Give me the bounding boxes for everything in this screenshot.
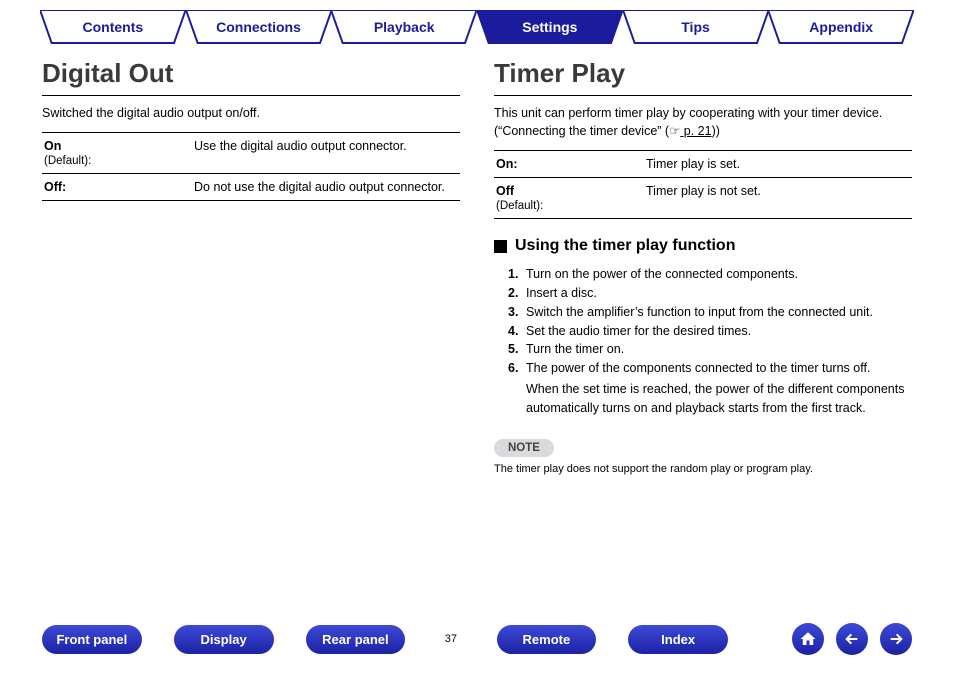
bottom-bar: Front panel Display Rear panel 37 Remote…: [0, 623, 954, 655]
subheading-row: Using the timer play function: [494, 237, 912, 255]
tab-contents[interactable]: Contents: [40, 10, 186, 44]
opt-desc: Do not use the digital audio output conn…: [192, 174, 460, 201]
tab-appendix[interactable]: Appendix: [768, 10, 914, 44]
note-badge: NOTE: [494, 439, 554, 457]
home-icon[interactable]: [792, 623, 824, 655]
list-item: 3.Switch the amplifier’s function to inp…: [508, 303, 912, 322]
heading-timer-play: Timer Play: [494, 58, 912, 96]
opt-default: (Default):: [44, 155, 91, 167]
content-area: Digital Out Switched the digital audio o…: [0, 44, 954, 475]
step-text: Turn on the power of the connected compo…: [526, 265, 798, 284]
remote-button[interactable]: Remote: [497, 625, 597, 654]
opt-desc: Timer play is not set.: [644, 178, 912, 219]
steps-list: 1.Turn on the power of the connected com…: [494, 265, 912, 417]
tab-tips[interactable]: Tips: [623, 10, 769, 44]
tab-label: Contents: [40, 10, 186, 44]
heading-digital-out: Digital Out: [42, 58, 460, 96]
hand-icon: ☞: [669, 124, 680, 138]
list-item: 1.Turn on the power of the connected com…: [508, 265, 912, 284]
intro-ref-a: (“Connecting the timer device” (: [494, 124, 669, 138]
options-table-right: On: Timer play is set. Off (Default): Ti…: [494, 150, 912, 219]
note-text: The timer play does not support the rand…: [494, 463, 912, 475]
list-item: 5.Turn the timer on.: [508, 340, 912, 359]
left-column: Digital Out Switched the digital audio o…: [42, 58, 460, 475]
prev-page-icon[interactable]: [836, 623, 868, 655]
table-row: Off: Do not use the digital audio output…: [42, 174, 460, 201]
tab-connections[interactable]: Connections: [186, 10, 332, 44]
index-button[interactable]: Index: [628, 625, 728, 654]
step-text: Set the audio timer for the desired time…: [526, 322, 751, 341]
intro-text: Switched the digital audio output on/off…: [42, 104, 460, 122]
tab-playback[interactable]: Playback: [331, 10, 477, 44]
opt-key: Off:: [44, 180, 66, 194]
display-button[interactable]: Display: [174, 625, 274, 654]
opt-desc: Timer play is set.: [644, 151, 912, 178]
step-text: Insert a disc.: [526, 284, 597, 303]
opt-key: On:: [496, 157, 518, 171]
front-panel-button[interactable]: Front panel: [42, 625, 142, 654]
tab-label: Appendix: [768, 10, 914, 44]
rear-panel-button[interactable]: Rear panel: [306, 625, 406, 654]
table-row: Off (Default): Timer play is not set.: [494, 178, 912, 219]
tab-label: Settings: [477, 10, 623, 44]
tab-settings[interactable]: Settings: [477, 10, 623, 44]
right-column: Timer Play This unit can perform timer p…: [494, 58, 912, 475]
opt-default: (Default):: [496, 200, 543, 212]
step-extra-text: When the set time is reached, the power …: [508, 380, 912, 418]
opt-key: Off: [496, 184, 514, 198]
list-item: 2.Insert a disc.: [508, 284, 912, 303]
page-number: 37: [437, 633, 464, 645]
subheading-text: Using the timer play function: [515, 237, 735, 255]
table-row: On: Timer play is set.: [494, 151, 912, 178]
top-tabs: Contents Connections Playback Settings T…: [0, 0, 954, 44]
square-bullet-icon: [494, 240, 507, 253]
step-text: Turn the timer on.: [526, 340, 624, 359]
options-table-left: On (Default): Use the digital audio outp…: [42, 132, 460, 201]
tab-label: Connections: [186, 10, 332, 44]
opt-key: On: [44, 139, 61, 153]
page-ref-link[interactable]: p. 21: [680, 124, 711, 138]
list-item: 4.Set the audio timer for the desired ti…: [508, 322, 912, 341]
table-row: On (Default): Use the digital audio outp…: [42, 133, 460, 174]
opt-desc: Use the digital audio output connector.: [192, 133, 460, 174]
nav-icon-group: [792, 623, 912, 655]
step-text: The power of the components connected to…: [526, 359, 870, 378]
tab-label: Tips: [623, 10, 769, 44]
tab-label: Playback: [331, 10, 477, 44]
step-text: Switch the amplifier’s function to input…: [526, 303, 873, 322]
intro-line1: This unit can perform timer play by coop…: [494, 106, 882, 120]
intro-ref-c: )): [712, 124, 720, 138]
next-page-icon[interactable]: [880, 623, 912, 655]
intro-text: This unit can perform timer play by coop…: [494, 104, 912, 140]
list-item: 6.The power of the components connected …: [508, 359, 912, 378]
